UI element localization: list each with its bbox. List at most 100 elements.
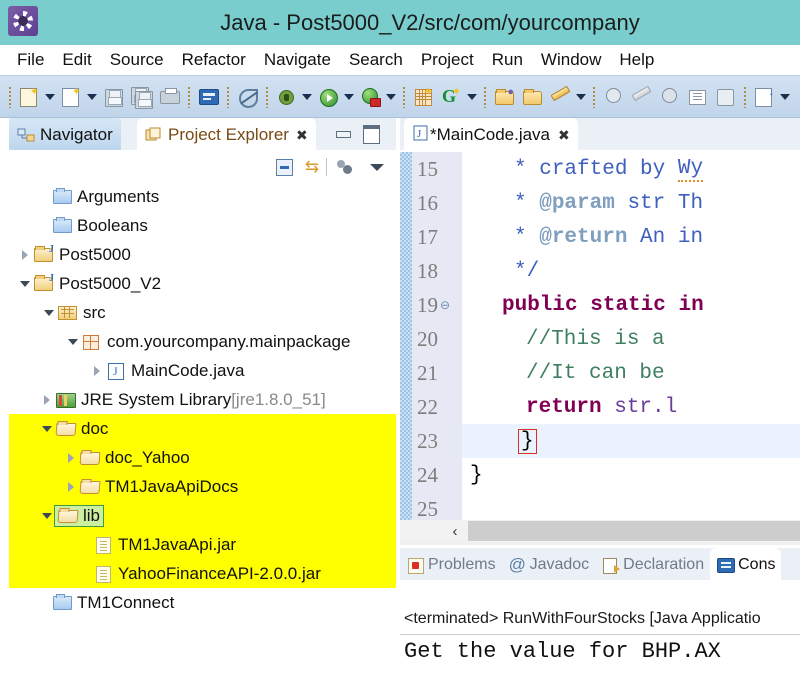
main-toolbar: ✦ ✦ ✦ G ✦ ● ↓	[0, 75, 800, 118]
editor-horizontal-scrollbar[interactable]: ‹	[400, 520, 800, 542]
menu-window[interactable]: Window	[532, 50, 610, 70]
toggle-mark-occurrences-icon[interactable]	[234, 84, 260, 110]
tree-item[interactable]: src	[9, 298, 396, 327]
collapse-all-icon[interactable]	[273, 156, 295, 178]
close-icon[interactable]: ✖	[558, 127, 570, 144]
tree-expander[interactable]	[19, 277, 32, 290]
tree-item[interactable]: doc_Yahoo	[9, 443, 396, 472]
code-line: //It can be	[462, 356, 800, 390]
maximize-view-button[interactable]	[360, 124, 382, 144]
tab-javadoc[interactable]: @ Javadoc	[502, 548, 596, 582]
tab-declaration[interactable]: Declaration	[595, 548, 710, 582]
run-external-tools-icon[interactable]	[357, 84, 383, 110]
code-line: * @param str Th	[462, 186, 800, 220]
toolbar-separator	[226, 85, 229, 108]
tree-expander[interactable]	[41, 422, 54, 435]
tab-problems[interactable]: Problems	[400, 548, 502, 582]
menu-search[interactable]: Search	[340, 50, 412, 70]
tree-item[interactable]: Arguments	[9, 182, 396, 211]
previous-annotation-icon[interactable]	[628, 84, 654, 110]
menu-edit[interactable]: Edit	[53, 50, 100, 70]
new-java-class-dropdown-icon[interactable]	[85, 84, 99, 110]
tree-item[interactable]: MainCode.java	[9, 356, 396, 385]
save-all-icon[interactable]	[128, 84, 154, 110]
line-number: 21	[417, 360, 438, 385]
toolbar-divider	[326, 158, 327, 176]
tree-item-selected[interactable]: lib	[9, 501, 396, 530]
new-java-class-icon[interactable]: ✦	[58, 84, 84, 110]
run-dropdown-icon[interactable]	[342, 84, 356, 110]
tree-item-label: Post5000	[59, 244, 131, 264]
run-external-tools-dropdown-icon[interactable]	[384, 84, 398, 110]
new-annotation-icon[interactable]: G ✦	[438, 84, 464, 110]
new-java-package-icon[interactable]: ✦	[410, 84, 436, 110]
open-task-icon[interactable]	[519, 84, 545, 110]
tree-item[interactable]: YahooFinanceAPI-2.0.0.jar	[9, 559, 396, 588]
tree-expander[interactable]	[65, 451, 78, 464]
tree-expander[interactable]	[41, 393, 54, 406]
view-menu-icon[interactable]	[366, 156, 388, 178]
console-view[interactable]: <terminated> RunWithFourStocks [Java App…	[400, 582, 800, 679]
tree-expander[interactable]	[19, 248, 32, 261]
print-icon[interactable]	[156, 84, 182, 110]
search-declaration-dropdown-icon[interactable]	[574, 84, 588, 110]
new-annotation-dropdown-icon[interactable]	[465, 84, 479, 110]
tab-console[interactable]: Cons	[710, 548, 782, 582]
next-annotation-icon[interactable]	[600, 84, 626, 110]
tree-expander[interactable]	[43, 306, 56, 319]
run-icon[interactable]	[315, 84, 341, 110]
tab-project-explorer[interactable]: Project Explorer ✖	[137, 118, 316, 152]
keyword-int: in	[678, 293, 704, 317]
pin-editor-icon[interactable]: ↓	[751, 84, 777, 110]
scrollbar-thumb[interactable]	[468, 521, 800, 541]
toolbar-separator	[187, 85, 190, 108]
menu-project[interactable]: Project	[412, 50, 483, 70]
fold-collapse-icon[interactable]: ⊖	[440, 298, 450, 313]
debug-dropdown-icon[interactable]	[300, 84, 314, 110]
menu-navigate[interactable]: Navigate	[255, 50, 340, 70]
menu-help[interactable]: Help	[610, 50, 663, 70]
javadoc-tag: @return	[539, 225, 628, 249]
tree-item[interactable]: com.yourcompany.mainpackage	[9, 327, 396, 356]
save-icon[interactable]	[100, 84, 126, 110]
menu-refactor[interactable]: Refactor	[173, 50, 255, 70]
link-with-editor-icon[interactable]: ⇆	[301, 156, 323, 178]
focus-on-active-task-icon[interactable]	[334, 156, 356, 178]
minimize-view-button[interactable]	[332, 124, 354, 144]
tree-item[interactable]: Post5000	[9, 240, 396, 269]
open-type-icon[interactable]: ●	[491, 84, 517, 110]
tree-item[interactable]: doc	[9, 414, 396, 443]
menu-source[interactable]: Source	[101, 50, 173, 70]
new-wizard-dropdown-icon[interactable]	[43, 84, 57, 110]
menu-run[interactable]: Run	[483, 50, 532, 70]
scroll-left-icon[interactable]: ‹	[442, 520, 468, 542]
last-edit-location-icon[interactable]	[656, 84, 682, 110]
new-wizard-icon[interactable]: ✦	[16, 84, 42, 110]
project-tree[interactable]: Arguments Booleans Post5000 Post5000_V2 …	[9, 182, 396, 679]
tree-item[interactable]: TM1JavaApi.jar	[9, 530, 396, 559]
tree-expander[interactable]	[65, 480, 78, 493]
problems-icon	[406, 557, 424, 574]
close-icon[interactable]: ✖	[296, 127, 308, 144]
tree-expander[interactable]	[67, 335, 80, 348]
tab-navigator[interactable]: Navigator	[9, 118, 121, 152]
menu-file[interactable]: File	[8, 50, 53, 70]
tree-item[interactable]: Booleans	[9, 211, 396, 240]
tab-maincode-java[interactable]: J *MainCode.java ✖	[404, 118, 578, 152]
search-declaration-icon[interactable]	[547, 84, 573, 110]
tree-expander[interactable]	[91, 364, 104, 377]
forward-icon[interactable]	[712, 84, 738, 110]
tree-item-label: Booleans	[77, 215, 148, 235]
tree-item[interactable]: TM1JavaApiDocs	[9, 472, 396, 501]
tree-item[interactable]: Post5000_V2	[9, 269, 396, 298]
tree-expander[interactable]	[41, 509, 54, 522]
code-editor[interactable]: 15 16 17 18 19 ⊖ 20 21 22 23 24 25 * craf…	[400, 152, 800, 520]
tree-item[interactable]: TM1Connect	[9, 588, 396, 617]
back-icon[interactable]	[684, 84, 710, 110]
tree-item[interactable]: JRE System Library [jre1.8.0_51]	[9, 385, 396, 414]
open-console-icon[interactable]	[195, 84, 221, 110]
pin-editor-dropdown-icon[interactable]	[778, 84, 792, 110]
code-line: */	[462, 254, 800, 288]
code-text-area[interactable]: * crafted by Wy * @param str Th * @retur…	[462, 152, 800, 520]
debug-icon[interactable]	[273, 84, 299, 110]
